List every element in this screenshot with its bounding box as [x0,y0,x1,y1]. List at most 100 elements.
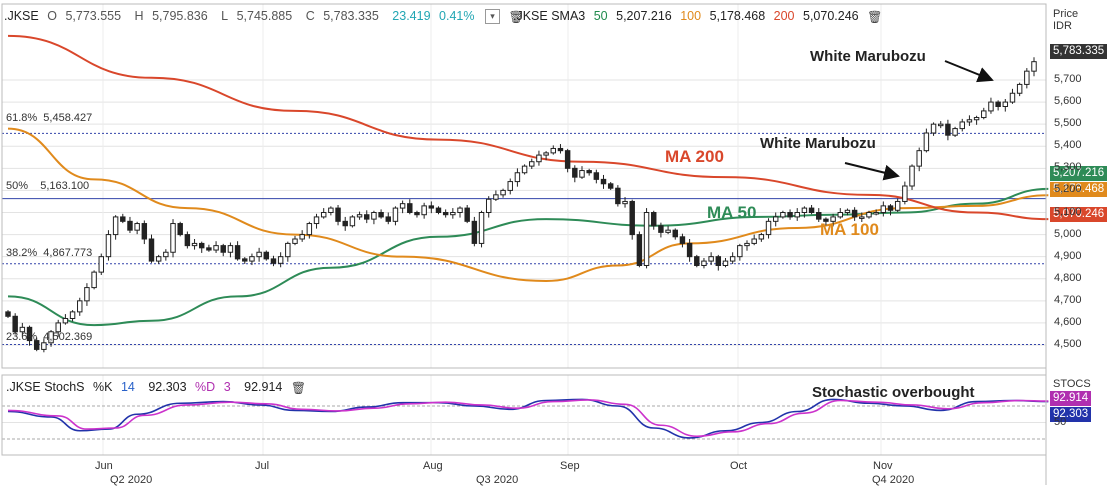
dropdown-icon[interactable]: ▾ [484,9,500,25]
candle-body [851,209,858,218]
candle-body [457,207,463,213]
sma100-value: 5,178.468 [709,9,766,23]
price-tick-label: 4,700 [1054,293,1082,306]
quarter-label: Q2 2020 [110,474,153,486]
fib-levels [2,132,1046,345]
candle-body [837,212,844,218]
candle-body [988,101,994,112]
candle-body [220,245,226,253]
candle-body [69,311,76,319]
candle-body [930,123,937,134]
candle-body [557,147,564,152]
candle-body [772,216,779,222]
price-tick-label: 5,300 [1054,161,1082,174]
candle-body [421,205,427,216]
candle-body [629,200,635,236]
sma100-period: 100 [680,9,702,23]
stoch-header: .JKSE StochS %K 14 92.303 %D 3 92.914 🗑 [6,377,311,397]
stoch-axis-title: STOCS [1053,378,1091,390]
candle-body [543,152,549,156]
candle-body [995,101,1001,108]
candle-body [234,245,241,260]
price-header: .JKSE O 5,773.555 H 5,795.836 L 5,745.88… [4,6,529,26]
candle-body [328,207,334,213]
sma50-period: 50 [593,9,608,23]
candle-body [442,212,449,216]
candle-body [500,189,506,196]
price-tick-label: 5,600 [1054,95,1082,108]
candle-body [227,245,234,253]
candle-body [586,170,592,174]
candle-body [292,238,298,244]
candle-body [435,207,442,213]
candle-body [306,223,313,236]
candle-body [622,200,628,205]
candle-body [485,198,492,213]
stoch-d-label: %D 3 [195,380,231,394]
candle-body [758,234,765,240]
candle-body [62,318,69,324]
price-tick-label: 5,200 [1054,183,1082,196]
quarter-label: Q4 2020 [872,474,915,486]
stoch-tick-label: 50 [1054,415,1067,428]
trash-icon[interactable]: 🗑 [867,7,882,27]
fib-label-618: 61.8% 5,458.427 [6,112,93,124]
month-label: Nov [873,460,893,472]
candle-body [385,216,391,222]
candle-body [873,212,879,215]
price-tick-label: 5,500 [1054,117,1082,130]
month-label: Jun [95,460,113,472]
candle-body [478,212,485,244]
candle-body [959,121,965,130]
month-label: Sep [560,460,580,472]
candle-body [536,154,542,163]
candle-body [120,216,126,222]
trash-icon[interactable]: 🗑 [291,378,306,398]
candle-body [966,119,973,123]
candle-body [859,216,865,219]
candle-body [378,212,384,218]
stoch-d-tag: 92.914 [1050,391,1092,406]
month-label: Jul [255,460,270,472]
change-pct-value: 0.41% [439,9,475,23]
stoch-k-value: 92.303 [148,380,187,394]
candle-body [607,183,614,189]
candle-body [521,165,528,174]
candle-body [665,229,671,233]
price-tick-label: 4,600 [1054,315,1082,328]
candle-body [213,245,219,251]
candle-body [277,256,284,264]
candle-body [450,212,456,216]
ma100-line [7,127,1049,282]
stoch-label: .JKSE StochS [6,380,85,394]
high-value: H 5,795.836 [134,9,208,23]
candle-body [550,147,557,154]
candle-body [894,200,901,211]
fib-label-236: 23.6% 4,502.369 [6,331,93,343]
fib-label-50: 50% 5,163.100 [6,180,90,192]
annotation-ma200: MA 200 [665,147,724,166]
symbol-label: .JKSE [4,9,39,23]
last-price-tag: 5,783.335 [1050,44,1108,59]
candle-body [514,172,521,183]
candle-body [981,110,987,119]
price-tick-label: 5,700 [1054,73,1082,85]
stoch-k-label: %K 14 [93,380,135,394]
price-tick-label: 4,500 [1054,338,1082,350]
candle-body [672,229,678,238]
candle-body [105,234,112,258]
price-axis-title: Price [1053,8,1079,20]
candle-body [751,238,757,244]
candle-body [98,256,104,273]
candle-body [708,256,714,262]
candle-body [916,150,922,167]
candle-body [816,212,822,220]
candle-body [593,172,600,180]
arrow-marubozu-mid [844,162,900,181]
stoch-d-value: 92.914 [244,380,283,394]
candle-body [651,212,657,227]
candle-body [256,251,262,258]
chart-canvas [1,3,1049,485]
candle-body [170,223,176,253]
stochastic-lines [2,398,1049,440]
